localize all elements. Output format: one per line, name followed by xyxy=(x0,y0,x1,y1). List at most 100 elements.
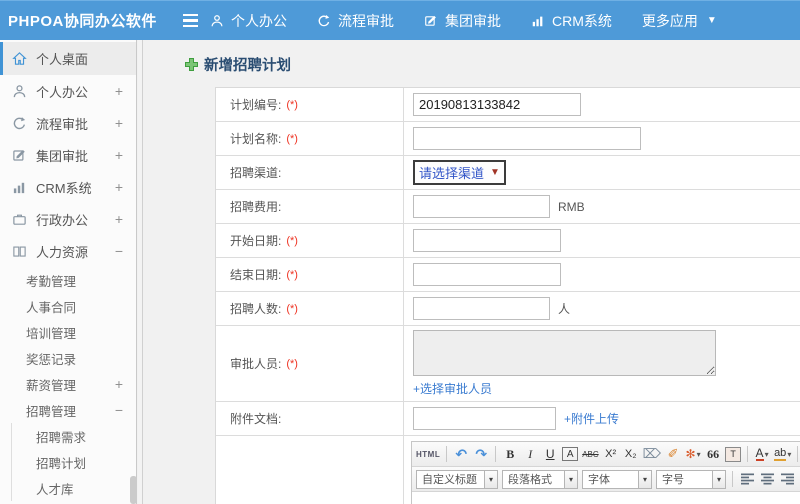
attachment-input[interactable] xyxy=(413,407,556,430)
caret-down-icon: ▼ xyxy=(490,167,500,178)
collapse-icon[interactable]: − xyxy=(115,243,123,259)
sidebar-item-recruit-mgmt[interactable]: 招聘管理 − xyxy=(0,397,136,423)
underline-button[interactable]: U xyxy=(542,445,558,464)
editor-content-area[interactable] xyxy=(412,492,800,504)
person-icon xyxy=(12,83,28,99)
font-color-button[interactable]: A ▾ xyxy=(754,445,770,464)
nav-label: 更多应用 xyxy=(641,12,698,29)
headcount-input[interactable] xyxy=(413,297,550,320)
attachment-upload-link[interactable]: +附件上传 xyxy=(564,410,619,427)
sidebar-item-hr[interactable]: 人力资源 − xyxy=(0,235,136,267)
form-row-plan-name: 计划名称: (*) xyxy=(216,122,800,156)
sidebar-item-label: 人力资源 xyxy=(36,244,89,260)
sidebar-scrollbar-thumb[interactable] xyxy=(130,476,137,504)
remove-format-icon[interactable]: ⌦ xyxy=(643,445,661,464)
caret-down-icon: ▾ xyxy=(564,469,578,489)
caret-down-icon: ▾ xyxy=(638,469,652,489)
field-label: 审批人员: xyxy=(230,357,282,371)
align-center-button[interactable] xyxy=(759,470,775,489)
highlight-color-button[interactable]: ab ▾ xyxy=(774,445,791,464)
paragraph-format-dropdown[interactable]: 段落格式 ▾ xyxy=(502,469,578,489)
bar-chart-icon xyxy=(531,14,545,28)
form-row-end-date: 结束日期: (*) xyxy=(216,258,800,292)
expand-icon[interactable]: + xyxy=(115,376,123,392)
text-style-button[interactable]: A xyxy=(562,447,579,461)
sidebar-item-desktop[interactable]: 个人桌面 xyxy=(0,42,136,75)
nav-group-approval[interactable]: 集团审批 xyxy=(424,11,501,31)
plan-name-input[interactable] xyxy=(413,127,641,150)
format-brush-icon[interactable]: ✐ xyxy=(665,445,681,464)
editor-toolbar-row2: 自定义标题 ▾ 段落格式 ▾ 字体 ▾ 字号 ▾ xyxy=(412,467,800,492)
person-icon xyxy=(210,14,224,28)
sidebar-item-workflow-approval[interactable]: 流程审批 + xyxy=(0,107,136,139)
form-row-editor: HTML ↶ ↷ B I U A ABC X² X₂ ⌦ ✐ ✻ ▾ 66 T … xyxy=(216,436,800,504)
expand-icon[interactable]: + xyxy=(115,179,123,195)
redo-icon[interactable]: ↷ xyxy=(473,445,489,464)
nav-personal-office[interactable]: 个人办公 xyxy=(210,11,287,31)
field-label: 开始日期: xyxy=(230,234,282,248)
expand-icon[interactable]: + xyxy=(115,211,123,227)
color-palette-button[interactable]: ✻ ▾ xyxy=(685,445,701,464)
subscript-button[interactable]: X₂ xyxy=(623,445,639,464)
form-row-start-date: 开始日期: (*) xyxy=(216,224,800,258)
required-mark: (*) xyxy=(286,302,298,315)
align-right-button[interactable] xyxy=(779,470,795,489)
sidebar-item-admin-office[interactable]: 行政办公 + xyxy=(0,203,136,235)
sidebar-item-recruit-plan[interactable]: 招聘计划 xyxy=(12,449,136,475)
recruit-plan-form: 计划编号: (*) 计划名称: (*) 招聘渠道: 请选择渠道 xyxy=(215,87,800,504)
cost-input[interactable] xyxy=(413,195,550,218)
nav-label: 集团审批 xyxy=(445,12,501,29)
sidebar-item-talent-pool[interactable]: 人才库 xyxy=(12,475,136,501)
align-left-button[interactable] xyxy=(739,470,755,489)
sidebar-item-hr-contract[interactable]: 人事合同 xyxy=(0,293,136,319)
bold-button[interactable]: B xyxy=(502,445,518,464)
font-size-dropdown[interactable]: 字号 ▾ xyxy=(656,469,726,489)
undo-icon[interactable]: ↶ xyxy=(453,445,469,464)
top-header: PHPOA协同办公软件 个人办公 流程审批 集团审批 CRM系统 更多应用 ▼ xyxy=(0,0,800,40)
nav-crm-system[interactable]: CRM系统 xyxy=(531,11,612,31)
paste-text-button[interactable]: T xyxy=(725,446,742,462)
end-date-input[interactable] xyxy=(413,263,561,286)
italic-button[interactable]: I xyxy=(522,445,538,464)
sidebar-item-training[interactable]: 培训管理 xyxy=(0,319,136,345)
expand-icon[interactable]: + xyxy=(115,115,123,131)
sidebar-item-personal-office[interactable]: 个人办公 + xyxy=(0,75,136,107)
blockquote-button[interactable]: 66 xyxy=(705,445,721,464)
custom-title-dropdown[interactable]: 自定义标题 ▾ xyxy=(416,469,498,489)
required-mark: (*) xyxy=(286,357,298,370)
sidebar-item-attendance[interactable]: 考勤管理 xyxy=(0,267,136,293)
collapse-icon[interactable]: − xyxy=(115,402,123,418)
briefcase-icon xyxy=(12,211,28,227)
home-icon xyxy=(12,51,28,67)
start-date-input[interactable] xyxy=(413,229,561,252)
nav-more-apps[interactable]: 更多应用 ▼ xyxy=(642,11,717,31)
sidebar-item-group-approval[interactable]: 集团审批 + xyxy=(0,139,136,171)
expand-icon[interactable]: + xyxy=(115,147,123,163)
strikethrough-button[interactable]: ABC xyxy=(582,445,598,464)
hamburger-menu-icon[interactable] xyxy=(183,13,198,28)
align-left-icon xyxy=(740,473,754,485)
required-mark: (*) xyxy=(286,234,298,247)
expand-icon[interactable]: + xyxy=(115,83,123,99)
select-approvers-link[interactable]: +选择审批人员 xyxy=(413,380,492,397)
app-logo: PHPOA协同办公软件 xyxy=(8,13,157,30)
edit-icon xyxy=(12,147,28,163)
sidebar-item-salary[interactable]: 薪资管理 + xyxy=(0,371,136,397)
required-mark: (*) xyxy=(286,268,298,281)
form-row-channel: 招聘渠道: 请选择渠道 ▼ xyxy=(216,156,800,190)
plan-number-input[interactable] xyxy=(413,93,581,116)
font-family-dropdown[interactable]: 字体 ▾ xyxy=(582,469,652,489)
approvers-textarea[interactable] xyxy=(413,330,716,376)
recruit-submenu: 招聘需求 招聘计划 人才库 xyxy=(11,423,136,501)
sidebar-item-rewards[interactable]: 奖惩记录 xyxy=(0,345,136,371)
nav-workflow-approval[interactable]: 流程审批 xyxy=(317,11,394,31)
sidebar-item-recruit-demand[interactable]: 招聘需求 xyxy=(12,423,136,449)
form-row-plan-number: 计划编号: (*) xyxy=(216,88,800,122)
superscript-button[interactable]: X² xyxy=(603,445,619,464)
sidebar-item-crm[interactable]: CRM系统 + xyxy=(0,171,136,203)
field-label: 结束日期: xyxy=(230,268,282,282)
channel-select[interactable]: 请选择渠道 ▼ xyxy=(413,160,506,185)
caret-down-icon: ▼ xyxy=(706,15,717,26)
html-source-button[interactable]: HTML xyxy=(416,445,440,464)
sidebar-item-label: 个人桌面 xyxy=(36,52,89,67)
